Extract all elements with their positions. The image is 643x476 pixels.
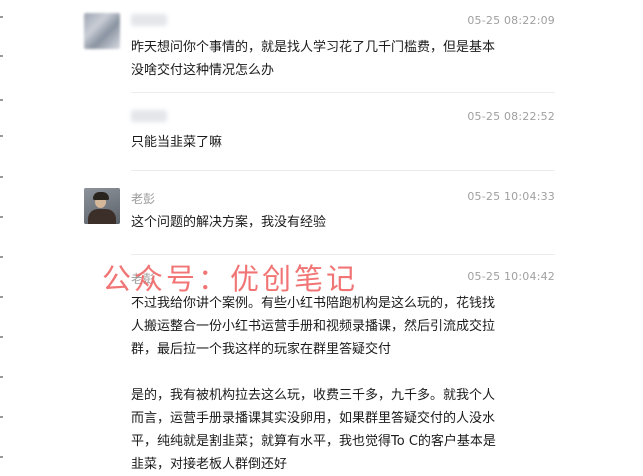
message-text: 这个问题的解决方案，我没有经验 <box>131 215 327 230</box>
rail-tick <box>0 416 3 418</box>
sender-name-redacted <box>131 110 167 122</box>
sender-name: 老彭 <box>131 192 156 206</box>
rail-tick <box>0 135 3 137</box>
message-divider <box>131 170 555 171</box>
sender-name-redacted <box>131 14 167 26</box>
message-time: 05-25 08:22:09 <box>467 14 555 27</box>
rail-tick <box>0 16 3 18</box>
message-text: 不过我给你讲个案例。有些小红书陪跑机构是这么玩的，花钱找 人搬运整合一份小红书运… <box>131 296 496 472</box>
avatar[interactable] <box>84 188 120 224</box>
message-divider <box>131 254 555 255</box>
rail-tick <box>0 256 3 258</box>
message-text: 昨天想问你个事情的，就是找人学习花了几千门槛费，但是基本 没啥交付这种情况怎么办 <box>131 40 496 78</box>
watermark-text: 公众号：优创笔记 <box>102 262 359 296</box>
message-text: 只能当韭菜了嘛 <box>131 135 223 150</box>
rail-tick <box>0 99 3 101</box>
rail-tick <box>0 336 3 338</box>
scroll-rail <box>0 0 6 463</box>
message-time: 05-25 08:22:52 <box>467 110 555 123</box>
message-time: 05-25 10:04:33 <box>467 190 555 203</box>
rail-tick <box>0 176 3 178</box>
rail-tick <box>0 55 3 57</box>
rail-tick <box>0 216 3 218</box>
avatar[interactable] <box>84 13 120 49</box>
rail-tick <box>0 376 3 378</box>
message-time: 05-25 10:04:42 <box>467 270 555 283</box>
rail-tick <box>0 296 3 298</box>
rail-tick <box>0 456 3 458</box>
message-divider <box>131 92 555 93</box>
